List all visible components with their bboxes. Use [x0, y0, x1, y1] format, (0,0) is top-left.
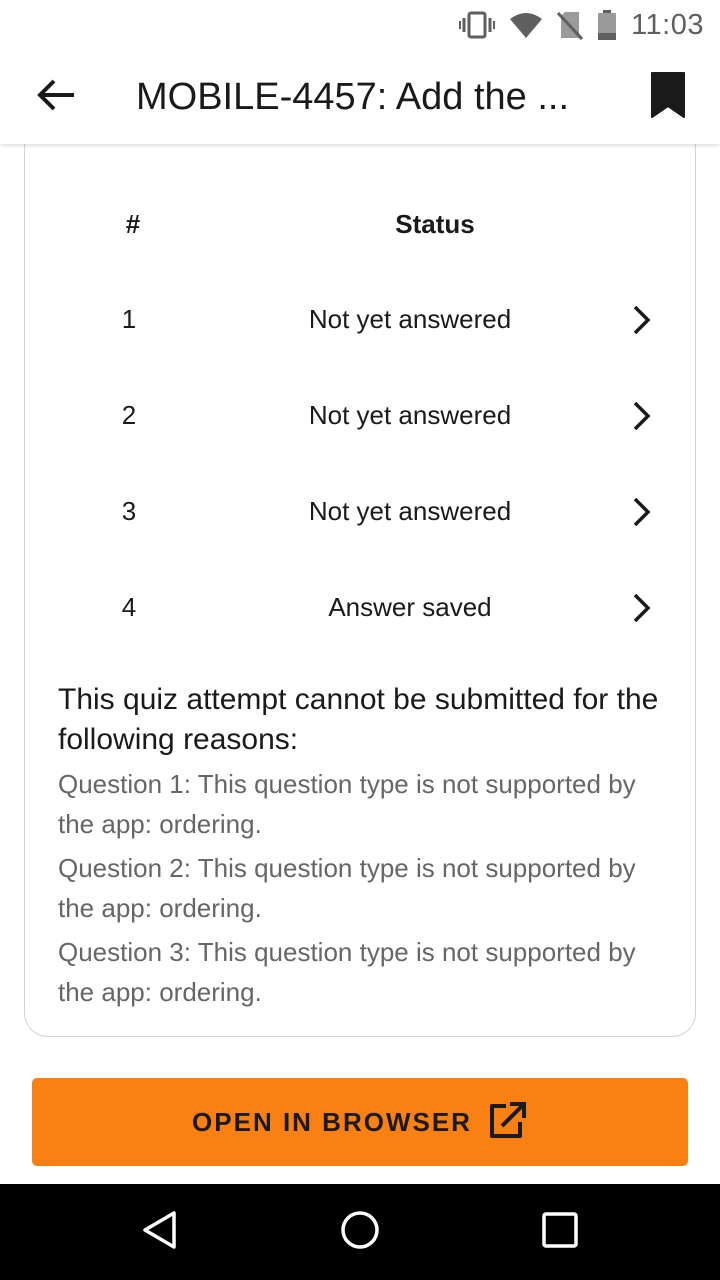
nav-home-button[interactable] [322, 1204, 398, 1260]
chevron-right-icon [624, 399, 658, 433]
question-number: 4 [121, 592, 137, 622]
bookmark-button[interactable] [636, 66, 700, 128]
question-status: Answer saved [328, 592, 492, 622]
main-content: # Status 1 Not yet answered 2 Not yet an… [0, 144, 720, 1184]
system-nav-bar [0, 1184, 720, 1280]
nav-recents-square-icon [541, 1211, 579, 1254]
back-button[interactable] [24, 72, 88, 122]
chevron-right-icon [624, 303, 658, 337]
nav-home-circle-icon [339, 1209, 381, 1256]
reason-item: Question 1: This question type is not su… [58, 769, 636, 839]
table-header: # Status [0, 200, 720, 248]
reason-item: Question 2: This question type is not su… [58, 853, 636, 923]
nav-recents-button[interactable] [522, 1204, 598, 1260]
question-status: Not yet answered [308, 400, 512, 430]
chevron-right-icon [624, 591, 658, 625]
chevron-right-icon [624, 495, 658, 529]
battery-icon [597, 10, 617, 40]
question-row-4[interactable]: 4 Answer saved [0, 571, 720, 643]
external-link-icon [486, 1100, 528, 1145]
app-header: MOBILE-4457: Add the ... [0, 50, 720, 144]
reason-item: Question 3: This question type is not su… [58, 937, 636, 1007]
question-row-3[interactable]: 3 Not yet answered [0, 475, 720, 547]
question-status: Not yet answered [308, 496, 512, 526]
question-status: Not yet answered [308, 304, 512, 334]
question-row-2[interactable]: 2 Not yet answered [0, 379, 720, 451]
vibrate-icon [459, 11, 496, 39]
bookmark-icon [649, 70, 687, 125]
question-number: 3 [121, 496, 137, 526]
open-in-browser-button[interactable]: OPEN IN BROWSER [32, 1078, 688, 1166]
question-row-1[interactable]: 1 Not yet answered [0, 283, 720, 355]
status-bar: 11:03 [0, 0, 720, 50]
page-title: MOBILE-4457: Add the ... [136, 76, 570, 118]
submission-reasons: This quiz attempt cannot be submitted fo… [58, 680, 678, 1012]
open-in-browser-label: OPEN IN BROWSER [192, 1106, 472, 1137]
nav-back-triangle-icon [140, 1210, 180, 1255]
column-header-status: Status [395, 209, 475, 239]
status-time: 11:03 [631, 8, 704, 41]
question-number: 2 [121, 400, 137, 430]
nav-back-button[interactable] [122, 1204, 198, 1260]
reasons-title: This quiz attempt cannot be submitted fo… [58, 683, 659, 756]
arrow-left-icon [36, 78, 76, 117]
no-sim-icon [557, 10, 584, 40]
wifi-icon [509, 11, 543, 39]
question-number: 1 [121, 304, 137, 334]
column-header-number: # [125, 209, 141, 239]
